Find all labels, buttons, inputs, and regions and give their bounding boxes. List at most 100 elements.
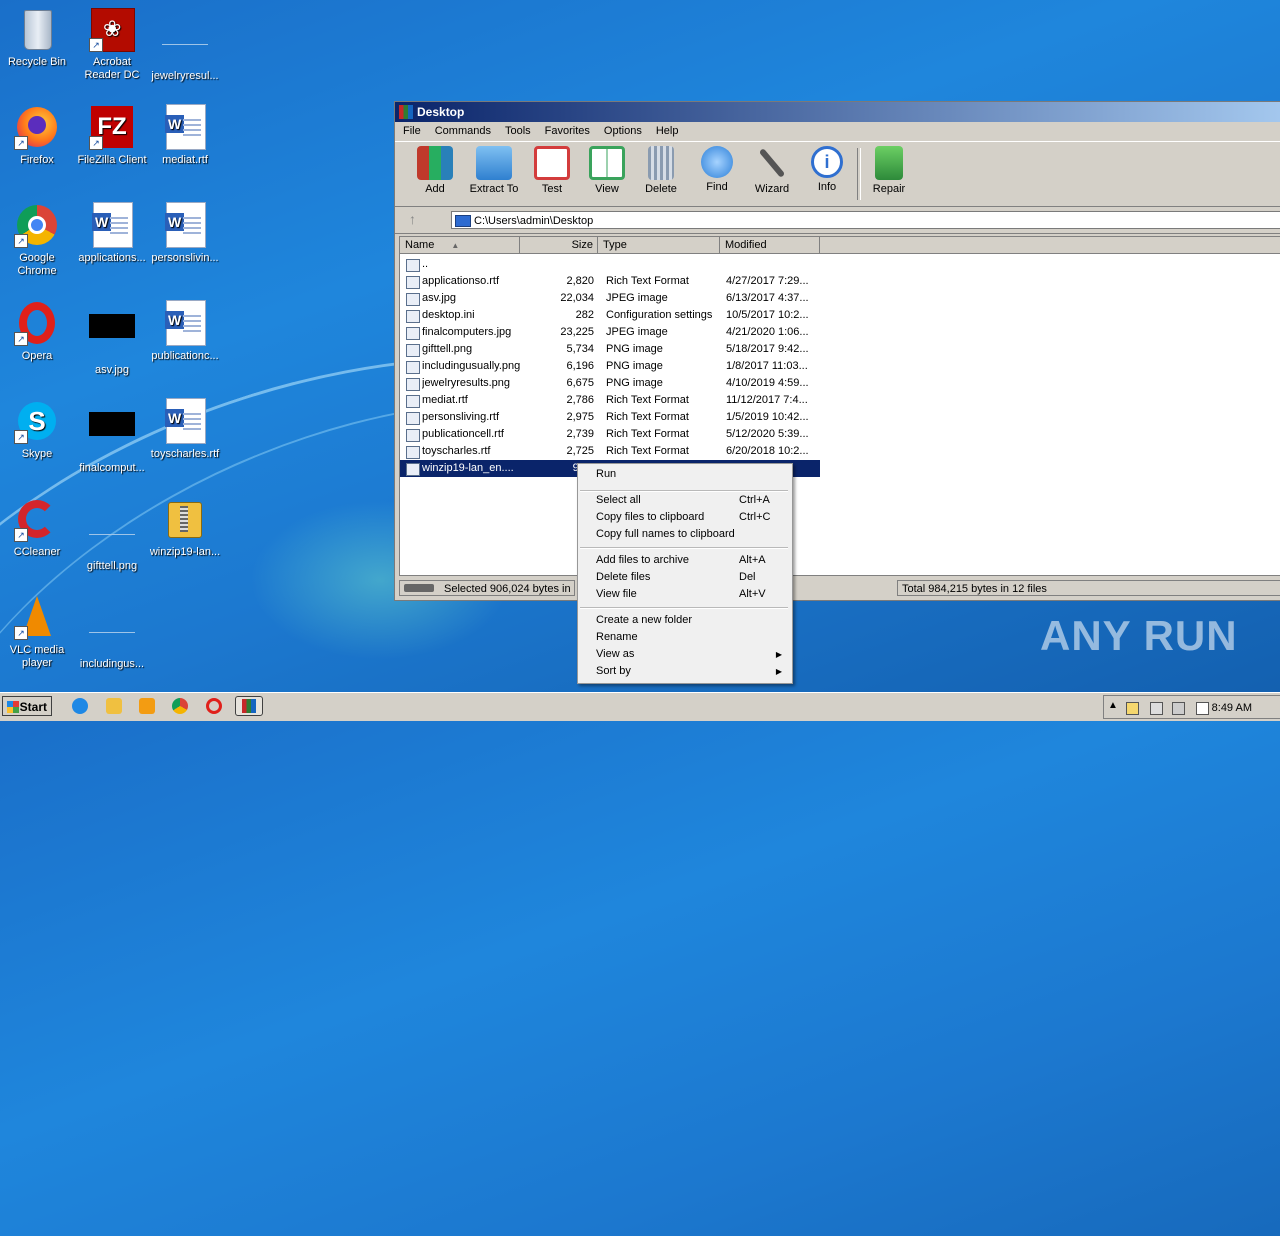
winrar-icon xyxy=(399,105,413,119)
file-modified: 1/8/2017 11:03... xyxy=(726,360,808,372)
desktop-icon-applications[interactable]: applications... xyxy=(75,202,149,265)
menu-item-view-file[interactable]: View file Alt+V xyxy=(580,586,788,603)
desktop-icon-firefox[interactable]: ↗ Firefox xyxy=(0,104,74,167)
desktop-icon-mediat[interactable]: mediat.rtf xyxy=(148,104,222,167)
security-alert-icon[interactable] xyxy=(1126,702,1139,715)
word-document-icon xyxy=(89,202,135,248)
menu-commands[interactable]: Commands xyxy=(435,125,491,137)
file-type: PNG image xyxy=(606,343,663,355)
word-document-icon xyxy=(162,300,208,346)
info-button[interactable]: i Info xyxy=(799,146,855,193)
menu-item-copy-files[interactable]: Copy files to clipboard Ctrl+C xyxy=(580,509,788,526)
submenu-arrow-icon: ▶ xyxy=(775,667,782,676)
file-size: 2,739 xyxy=(566,428,594,440)
explorer-folder-icon[interactable] xyxy=(106,698,122,714)
file-type: PNG image xyxy=(606,360,663,372)
menu-item-select-all[interactable]: Select all Ctrl+A xyxy=(580,492,788,509)
menu-item-view-as[interactable]: View as ▶ xyxy=(580,646,788,663)
table-row[interactable]: toyscharles.rtf 2,725 Rich Text Format 6/20… xyxy=(400,443,820,460)
delete-button[interactable]: Delete xyxy=(633,146,689,195)
file-modified: 11/12/2017 7:4... xyxy=(726,394,808,406)
add-button[interactable]: Add xyxy=(407,146,463,195)
desktop-icon-personsliving[interactable]: personslivin... xyxy=(148,202,222,265)
clock[interactable]: 8:49 AM xyxy=(1212,702,1252,714)
view-button[interactable]: View xyxy=(579,146,635,195)
file-type-icon xyxy=(406,378,420,391)
repair-button[interactable]: Repair xyxy=(861,146,917,195)
column-size[interactable]: Size xyxy=(520,237,598,253)
start-button[interactable]: Start xyxy=(2,696,52,716)
menu-help[interactable]: Help xyxy=(656,125,679,137)
desktop-icon-ccleaner[interactable]: ↗ CCleaner xyxy=(0,496,74,559)
desktop-icon-publicationcell[interactable]: publicationc... xyxy=(148,300,222,363)
column-name[interactable]: Name ▲ xyxy=(400,237,520,253)
menu-item-copy-full-names[interactable]: Copy full names to clipboard xyxy=(580,526,788,543)
desktop-icon-chrome[interactable]: ↗ Google Chrome xyxy=(0,202,74,278)
file-name: includingusually.png xyxy=(422,360,521,372)
menu-item-add-files[interactable]: Add files to archive Alt+A xyxy=(580,552,788,569)
show-hidden-icons-icon[interactable]: ▲ xyxy=(1108,700,1118,711)
file-name: applicationso.rtf xyxy=(422,275,500,287)
menu-item-delete-files[interactable]: Delete files Del xyxy=(580,569,788,586)
desktop-icon-winzip[interactable]: winzip19-lan... xyxy=(148,496,222,559)
menu-item-run[interactable]: Run xyxy=(580,466,788,483)
menu-item-create-folder[interactable]: Create a new folder xyxy=(580,612,788,629)
network-icon[interactable] xyxy=(1172,702,1185,715)
desktop-icon-gifttell[interactable]: gifttell.png xyxy=(75,496,149,573)
table-row[interactable]: asv.jpg 22,034 JPEG image 6/13/2017 4:37... xyxy=(400,290,820,307)
file-name: mediat.rtf xyxy=(422,394,468,406)
menu-favorites[interactable]: Favorites xyxy=(545,125,590,137)
chrome-taskbar-icon[interactable] xyxy=(172,698,188,714)
desktop-icon-jewelryresults[interactable]: jewelryresul... xyxy=(148,6,222,83)
desktop-icon-opera[interactable]: ↗ Opera xyxy=(0,300,74,363)
window-titlebar[interactable]: Desktop xyxy=(395,102,1280,122)
add-archive-icon xyxy=(417,146,453,180)
table-row[interactable]: applicationso.rtf 2,820 Rich Text Format 4/… xyxy=(400,273,820,290)
column-type[interactable]: Type xyxy=(598,237,720,253)
wizard-button[interactable]: Wizard xyxy=(744,146,800,195)
opera-taskbar-icon[interactable] xyxy=(206,698,222,714)
desktop-icon-finalcomputers[interactable]: finalcomput... xyxy=(75,398,149,475)
desktop-icon-skype[interactable]: S ↗ Skype xyxy=(0,398,74,461)
anyrun-watermark: ANY RUN xyxy=(1040,612,1238,659)
find-button[interactable]: Find xyxy=(689,146,745,193)
winzip-installer-icon xyxy=(162,496,208,542)
file-type: PNG image xyxy=(606,377,663,389)
address-field[interactable]: C:\Users\admin\Desktop xyxy=(451,211,1280,229)
table-row[interactable]: includingusually.png 6,196 PNG image 1/8/20… xyxy=(400,358,820,375)
address-bar: ↑ C:\Users\admin\Desktop xyxy=(395,207,1280,234)
menu-options[interactable]: Options xyxy=(604,125,642,137)
desktop-icon-asv[interactable]: asv.jpg xyxy=(75,300,149,377)
desktop-icon-includingusually[interactable]: includingus... xyxy=(75,594,149,671)
desktop-icon-recycle-bin[interactable]: Recycle Bin xyxy=(0,6,74,69)
desktop-icon-vlc[interactable]: ↗ VLC media player xyxy=(0,594,74,670)
table-row[interactable]: personsliving.rtf 2,975 Rich Text Format 1/… xyxy=(400,409,820,426)
table-row[interactable]: desktop.ini 282 Configuration settings 10/5… xyxy=(400,307,820,324)
desktop-icon-acrobat[interactable]: ❀ ↗ Acrobat Reader DC xyxy=(75,6,149,82)
column-modified[interactable]: Modified xyxy=(720,237,820,253)
file-list[interactable]: Name ▲ Size Type Modified .. applications… xyxy=(399,236,1280,576)
menu-item-sort-by[interactable]: Sort by ▶ xyxy=(580,663,788,680)
table-row[interactable]: jewelryresults.png 6,675 PNG image 4/10/201… xyxy=(400,375,820,392)
table-row[interactable]: mediat.rtf 2,786 Rich Text Format 11/12/201… xyxy=(400,392,820,409)
table-row[interactable]: finalcomputers.jpg 23,225 JPEG image 4/21/2… xyxy=(400,324,820,341)
volume-icon[interactable] xyxy=(1150,702,1163,715)
desktop-icon-toyscharles[interactable]: toyscharles.rtf xyxy=(148,398,222,461)
file-type: Rich Text Format xyxy=(606,411,689,423)
media-player-icon[interactable] xyxy=(139,698,155,714)
action-center-flag-icon[interactable] xyxy=(1196,702,1209,715)
menu-file[interactable]: File xyxy=(403,125,421,137)
menu-item-rename[interactable]: Rename xyxy=(580,629,788,646)
internet-explorer-icon[interactable] xyxy=(72,698,88,714)
up-arrow-icon[interactable]: ↑ xyxy=(409,211,416,227)
table-row[interactable]: .. xyxy=(400,256,820,273)
desktop-icon-filezilla[interactable]: FZ ↗ FileZilla Client xyxy=(75,104,149,167)
extract-to-button[interactable]: Extract To xyxy=(465,146,523,195)
file-size: 282 xyxy=(575,309,594,321)
menu-tools[interactable]: Tools xyxy=(505,125,531,137)
table-row[interactable]: publicationcell.rtf 2,739 Rich Text Format… xyxy=(400,426,820,443)
winrar-taskbar-button[interactable] xyxy=(235,696,263,716)
test-button[interactable]: Test xyxy=(524,146,580,195)
file-type-icon xyxy=(406,310,420,323)
table-row[interactable]: gifttell.png 5,734 PNG image 5/18/2017 9:42… xyxy=(400,341,820,358)
